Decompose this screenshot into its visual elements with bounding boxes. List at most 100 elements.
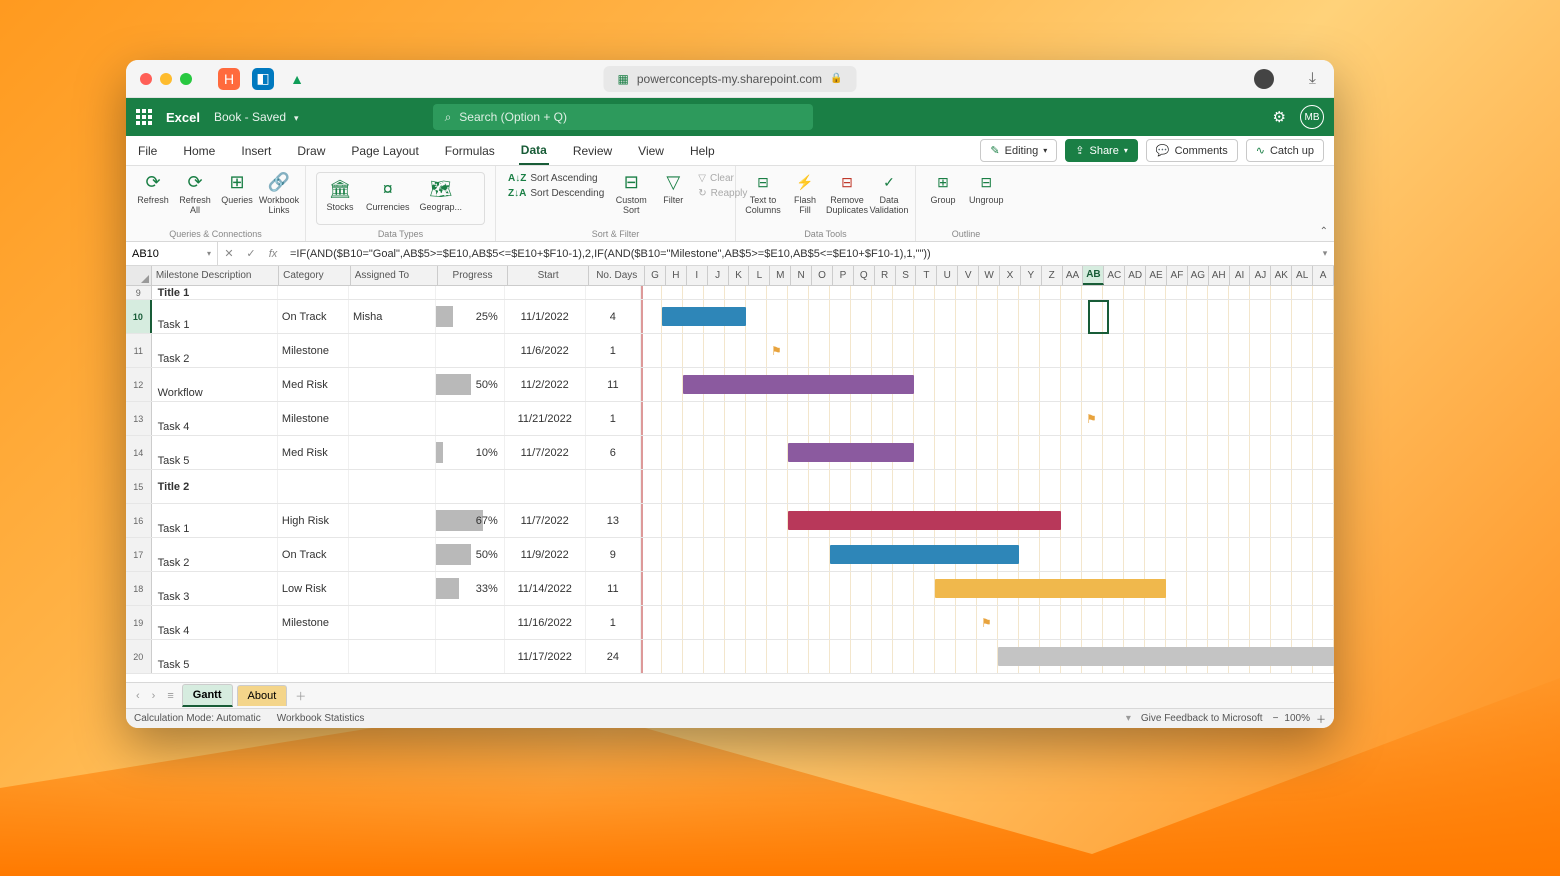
- cell[interactable]: 11/17/2022: [505, 640, 586, 673]
- cell[interactable]: 11/9/2022: [505, 538, 586, 571]
- cell[interactable]: [278, 470, 349, 503]
- menu-tab-data[interactable]: Data: [519, 137, 549, 165]
- column-header[interactable]: Y: [1021, 266, 1042, 285]
- cell[interactable]: Title 1: [152, 286, 278, 299]
- column-header[interactable]: H: [666, 266, 687, 285]
- cell[interactable]: [349, 538, 436, 571]
- fx-icon[interactable]: fx: [262, 248, 284, 260]
- menu-tab-page-layout[interactable]: Page Layout: [349, 138, 420, 164]
- pinned-tab[interactable]: H: [218, 68, 240, 90]
- column-header[interactable]: AC: [1104, 266, 1125, 285]
- gantt-area[interactable]: [641, 286, 1334, 299]
- menu-tab-insert[interactable]: Insert: [239, 138, 273, 164]
- zoom-in-icon[interactable]: ＋: [1316, 711, 1326, 726]
- row-header[interactable]: 12: [126, 368, 152, 401]
- column-header[interactable]: AK: [1271, 266, 1292, 285]
- column-header[interactable]: Q: [854, 266, 875, 285]
- gantt-bar[interactable]: [788, 511, 1061, 530]
- menu-tab-review[interactable]: Review: [571, 138, 614, 164]
- cell[interactable]: 24: [586, 640, 641, 673]
- cell[interactable]: Task 3: [152, 572, 278, 605]
- row-header[interactable]: 16: [126, 504, 152, 537]
- queries-button[interactable]: ⊞Queries: [218, 170, 256, 208]
- cell[interactable]: [505, 286, 586, 299]
- cell[interactable]: [505, 470, 586, 503]
- column-header[interactable]: J: [708, 266, 729, 285]
- cell[interactable]: 11/1/2022: [505, 300, 586, 333]
- refresh-button[interactable]: ⟳Refresh: [134, 170, 172, 208]
- column-header[interactable]: I: [687, 266, 708, 285]
- cell[interactable]: Task 1: [152, 300, 278, 333]
- column-header[interactable]: S: [896, 266, 917, 285]
- cell[interactable]: On Track: [278, 538, 349, 571]
- custom-sort-button[interactable]: ⊟Custom Sort: [612, 170, 650, 218]
- menu-tab-draw[interactable]: Draw: [295, 138, 327, 164]
- group-button[interactable]: ⊞Group: [924, 170, 962, 208]
- menu-tab-file[interactable]: File: [136, 138, 159, 164]
- cell[interactable]: 11/7/2022: [505, 504, 586, 537]
- cell[interactable]: [436, 640, 505, 673]
- cell[interactable]: 4: [586, 300, 641, 333]
- search-input[interactable]: ⌕ Search (Option + Q): [433, 104, 813, 130]
- remove-duplicates-button[interactable]: ⊟Remove Duplicates: [828, 170, 866, 218]
- cell[interactable]: Task 2: [152, 334, 278, 367]
- cell[interactable]: 10%: [436, 436, 505, 469]
- column-header[interactable]: U: [937, 266, 958, 285]
- menu-tab-help[interactable]: Help: [688, 138, 717, 164]
- column-header[interactable]: M: [770, 266, 791, 285]
- gantt-area[interactable]: [641, 572, 1334, 605]
- cell[interactable]: Milestone: [278, 606, 349, 639]
- cell[interactable]: [349, 572, 436, 605]
- gantt-bar[interactable]: [998, 647, 1334, 666]
- gantt-area[interactable]: [641, 470, 1334, 503]
- app-launcher-icon[interactable]: [136, 109, 152, 125]
- column-header[interactable]: AD: [1125, 266, 1146, 285]
- column-header[interactable]: Milestone Description: [152, 266, 279, 285]
- cell[interactable]: [349, 470, 436, 503]
- cell[interactable]: [436, 606, 505, 639]
- column-header[interactable]: L: [749, 266, 770, 285]
- cell[interactable]: 11/16/2022: [505, 606, 586, 639]
- gantt-area[interactable]: [641, 300, 1334, 333]
- column-header[interactable]: Z: [1042, 266, 1063, 285]
- gantt-area[interactable]: ⚑: [641, 402, 1334, 435]
- cell[interactable]: High Risk: [278, 504, 349, 537]
- gantt-area[interactable]: [641, 640, 1334, 673]
- workbook-stats-button[interactable]: Workbook Statistics: [277, 713, 365, 724]
- ungroup-button[interactable]: ⊟Ungroup: [966, 170, 1007, 208]
- cell[interactable]: 11/21/2022: [505, 402, 586, 435]
- comments-button[interactable]: 💬Comments: [1146, 139, 1238, 162]
- row-header[interactable]: 17: [126, 538, 152, 571]
- gantt-area[interactable]: ⚑: [641, 334, 1334, 367]
- cell[interactable]: 11/7/2022: [505, 436, 586, 469]
- cell[interactable]: [349, 402, 436, 435]
- sort-asc-button[interactable]: A↓ZSort Ascending: [508, 172, 604, 185]
- gantt-area[interactable]: [641, 504, 1334, 537]
- cell[interactable]: 11/2/2022: [505, 368, 586, 401]
- close-icon[interactable]: [140, 73, 152, 85]
- cell[interactable]: 67%: [436, 504, 505, 537]
- cell[interactable]: Med Risk: [278, 436, 349, 469]
- cell[interactable]: 11: [586, 368, 641, 401]
- cell[interactable]: [349, 286, 436, 299]
- column-header[interactable]: AA: [1063, 266, 1084, 285]
- column-header[interactable]: Start: [508, 266, 590, 285]
- zoom-out-icon[interactable]: −: [1273, 713, 1279, 724]
- menu-tab-formulas[interactable]: Formulas: [443, 138, 497, 164]
- gantt-bar[interactable]: [788, 443, 914, 462]
- column-header[interactable]: A: [1313, 266, 1334, 285]
- cell[interactable]: On Track: [278, 300, 349, 333]
- gear-icon[interactable]: ⚙: [1273, 108, 1286, 126]
- select-all-corner[interactable]: [126, 266, 152, 285]
- geography-button[interactable]: 🗺Geograp...: [417, 177, 466, 215]
- cell[interactable]: Task 1: [152, 504, 278, 537]
- cell[interactable]: [349, 606, 436, 639]
- extension-icon[interactable]: [1254, 69, 1274, 89]
- column-header[interactable]: AJ: [1250, 266, 1271, 285]
- cell[interactable]: Task 2: [152, 538, 278, 571]
- column-header[interactable]: G: [645, 266, 666, 285]
- sort-desc-button[interactable]: Z↓ASort Descending: [508, 187, 604, 200]
- gantt-area[interactable]: [641, 368, 1334, 401]
- editing-mode-button[interactable]: ✎Editing▾: [980, 139, 1057, 162]
- cell[interactable]: [586, 470, 641, 503]
